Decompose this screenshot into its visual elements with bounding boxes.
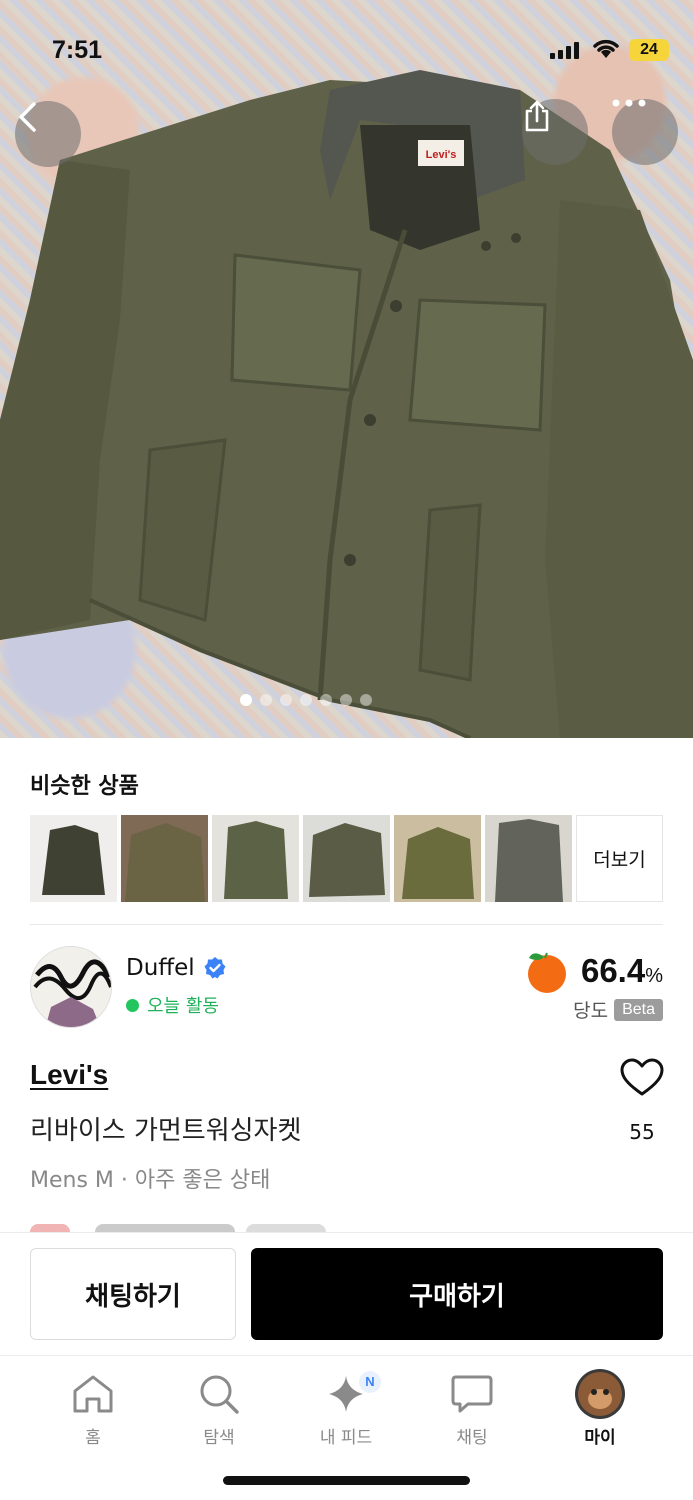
sweetness-score[interactable]: 66.4% [523, 948, 663, 994]
carousel-pagination [240, 694, 372, 706]
tab-search[interactable]: 탐색 [169, 1369, 269, 1448]
seller-name[interactable]: Duffel [126, 955, 195, 981]
similar-item-thumbnail[interactable] [394, 815, 481, 902]
status-bar: 7:51 24 [0, 0, 693, 64]
back-button[interactable] [15, 101, 81, 167]
verified-badge-icon [204, 957, 226, 979]
section-divider [30, 924, 663, 925]
chevron-left-icon [19, 102, 36, 132]
product-condition: Mens M · 아주 좋은 상태 [30, 1168, 271, 1193]
similar-item-thumbnail[interactable] [485, 815, 572, 902]
tab-label: 홈 [85, 1428, 101, 1448]
chat-bubble-icon [451, 1375, 493, 1413]
beta-badge: Beta [614, 998, 663, 1021]
share-icon [525, 100, 549, 132]
brand-link[interactable]: Levi's [30, 1059, 108, 1091]
pagination-dot[interactable] [240, 694, 252, 706]
more-horizontal-icon [612, 99, 646, 107]
jacket-photo: Levi's [0, 70, 693, 738]
tab-label: 마이 [584, 1428, 616, 1448]
profile-avatar-icon [575, 1369, 625, 1419]
similar-item-thumbnail[interactable] [121, 815, 208, 902]
battery-indicator: 24 [629, 39, 669, 61]
tab-home[interactable]: 홈 [43, 1369, 143, 1448]
heart-icon [620, 1058, 664, 1096]
buy-button[interactable]: 구매하기 [251, 1248, 663, 1340]
cellular-signal-icon [550, 42, 579, 59]
new-badge: N [359, 1371, 381, 1393]
tab-my-feed[interactable]: N 내 피드 [296, 1369, 396, 1448]
levis-label-text: Levi's [426, 149, 457, 161]
product-image-carousel[interactable]: Levi's 7:51 24 [0, 0, 693, 738]
more-options-button[interactable] [612, 99, 678, 165]
score-value: 66.4% [580, 952, 663, 989]
pagination-dot[interactable] [260, 694, 272, 706]
tab-label: 채팅 [456, 1428, 488, 1448]
wifi-icon [593, 39, 619, 58]
online-dot-icon [126, 998, 139, 1012]
similar-item-thumbnail[interactable] [212, 815, 299, 902]
pagination-dot[interactable] [360, 694, 372, 706]
similar-more-button[interactable]: 더보기 [576, 815, 663, 902]
seller-activity: 오늘 활동 [126, 992, 219, 1018]
pagination-dot[interactable] [320, 694, 332, 706]
similar-products-list: 더보기 [30, 815, 663, 902]
seller-activity-text: 오늘 활동 [147, 996, 219, 1017]
share-button[interactable] [522, 99, 588, 165]
home-indicator [223, 1476, 470, 1485]
seller-name-row[interactable]: Duffel [126, 955, 227, 981]
tab-chat[interactable]: 채팅 [422, 1369, 522, 1448]
pagination-dot[interactable] [280, 694, 292, 706]
like-button[interactable] [619, 1058, 665, 1102]
pagination-dot[interactable] [300, 694, 312, 706]
purchase-action-bar: 채팅하기 구매하기 [0, 1232, 693, 1356]
like-count: 55 [629, 1120, 655, 1144]
chat-button[interactable]: 채팅하기 [30, 1248, 236, 1340]
similar-item-thumbnail[interactable] [30, 815, 117, 902]
product-title: 리바이스 가먼트워싱자켓 [30, 1116, 302, 1146]
pagination-dot[interactable] [340, 694, 352, 706]
status-time: 7:51 [52, 36, 103, 64]
tab-label: 내 피드 [319, 1428, 373, 1448]
tab-my[interactable]: 마이 [550, 1369, 650, 1448]
seller-avatar[interactable] [30, 946, 112, 1028]
sweetness-label: 당도 Beta [573, 996, 663, 1023]
home-icon [73, 1375, 113, 1413]
tab-label: 탐색 [203, 1428, 235, 1448]
sweetness-label-text: 당도 [573, 1000, 609, 1022]
similar-item-thumbnail[interactable] [303, 815, 390, 902]
search-icon [200, 1375, 239, 1414]
tangerine-icon [527, 952, 566, 993]
similar-products-title: 비슷한 상품 [30, 774, 139, 799]
